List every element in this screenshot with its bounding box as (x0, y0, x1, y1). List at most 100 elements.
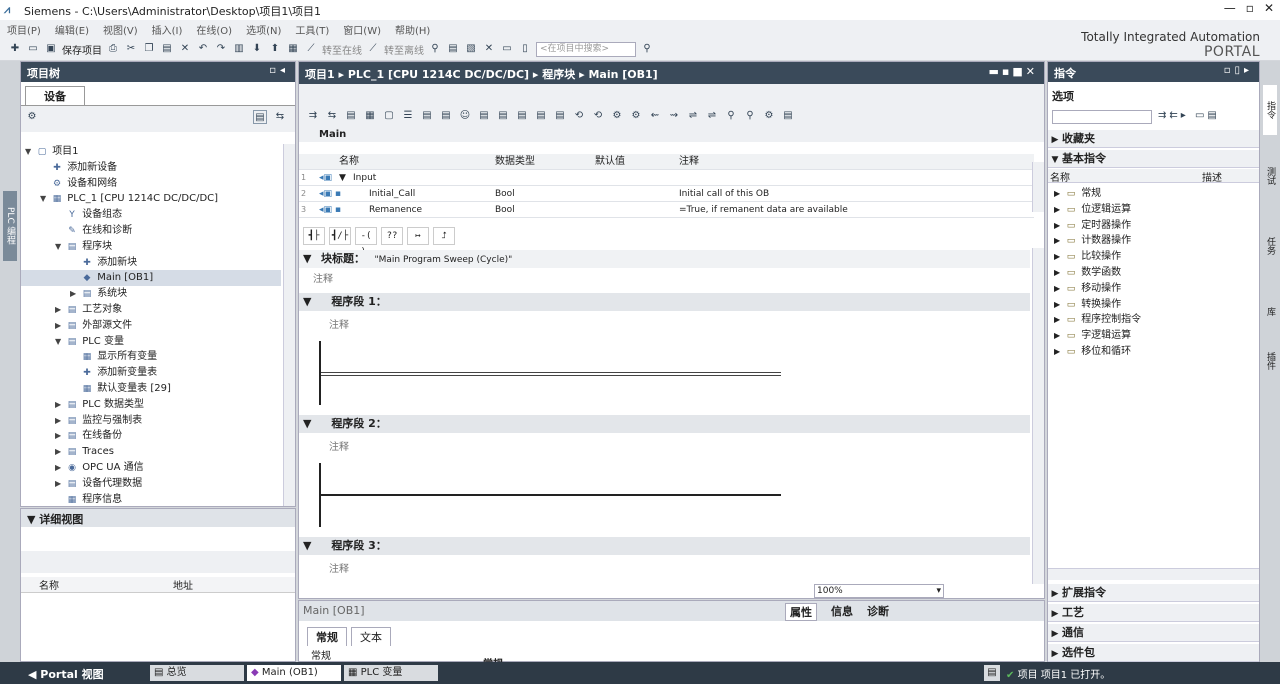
expand-toggle-icon[interactable]: ▶ (70, 286, 80, 302)
detail-view-header[interactable]: ▼ 详细视图 (21, 509, 295, 527)
tree-item[interactable]: ▼ ▢ 项目1 (21, 144, 79, 160)
editor-tool-icon[interactable]: ▦ (362, 109, 378, 123)
editor-tool-icon[interactable]: ⇝ (666, 109, 682, 123)
tree-item[interactable]: ▼ ▦ PLC_1 [CPU 1214C DC/DC/DC] (21, 191, 218, 207)
menu-edit[interactable]: 编辑(E) (48, 22, 96, 37)
tree-item[interactable]: ▶ ▤ 设备代理数据 (21, 476, 142, 492)
tree-item[interactable]: ✚ 添加新变量表 (21, 365, 157, 381)
editor-tool-icon[interactable]: ▤ (438, 109, 454, 123)
editor-tool-icon[interactable]: ☺ (457, 109, 473, 123)
network-2-rung[interactable] (321, 494, 781, 496)
simulation-icon[interactable]: ▦ (286, 42, 300, 56)
new-project-icon[interactable]: ✚ (8, 42, 22, 56)
crumb-blocks[interactable]: 程序块 (542, 68, 575, 81)
editor-tool-icon[interactable]: ▤ (514, 109, 530, 123)
instruction-folder[interactable]: ▶ ▭ 转换操作 (1054, 297, 1121, 313)
zoom-select[interactable]: 100% ▾ (814, 584, 944, 598)
stop-cpu-icon[interactable]: ▧ (464, 42, 478, 56)
expand-toggle-icon[interactable]: ▶ (55, 318, 65, 334)
instruction-folder[interactable]: ▶ ▭ 数学函数 (1054, 265, 1121, 281)
tree-item[interactable]: ✚ 添加新设备 (21, 160, 117, 176)
network-1-header[interactable]: ▼ 程序段 1： (299, 293, 1030, 311)
tree-item[interactable]: ▦ 程序信息 (21, 492, 122, 508)
cut-icon[interactable]: ✂ (124, 42, 138, 56)
editor-window-controls[interactable]: ▬▪■✕ (989, 65, 1038, 78)
editor-tool-icon[interactable]: ▤ (343, 109, 359, 123)
no-contact-button[interactable]: ┫├ (303, 227, 325, 245)
addins-task-tab[interactable]: 插件 (1263, 341, 1277, 381)
expand-toggle-icon[interactable]: ▼ (25, 144, 35, 160)
panel-buttons[interactable]: ▫▯▸ (1224, 65, 1253, 76)
block-comment[interactable]: 注释 (313, 270, 333, 285)
tree-item[interactable]: ▶ ▤ Traces (21, 444, 114, 460)
menu-window[interactable]: 窗口(W) (336, 22, 388, 37)
editor-tool-icon[interactable]: ⇆ (324, 109, 340, 123)
nc-contact-button[interactable]: ┫/├ (329, 227, 351, 245)
basic-instructions-section[interactable]: ▼ 基本指令 (1048, 150, 1259, 168)
instruction-folder[interactable]: ▶ ▭ 字逻辑运算 (1054, 328, 1131, 344)
interface-row[interactable]: 3 ◂▣ ▪ Remanence Bool =True, if remanent… (299, 202, 1034, 218)
interface-scrollbar[interactable] (1032, 162, 1044, 212)
network-3-comment[interactable]: 注释 (329, 560, 349, 575)
save-icon[interactable]: ▣ (44, 42, 58, 56)
info-icon[interactable]: ▤ (984, 665, 1000, 681)
tree-view-icon[interactable]: ▤ (253, 110, 267, 124)
tree-item[interactable]: ▦ 显示所有变量 (21, 349, 157, 365)
expand-toggle-icon[interactable]: ▶ (1054, 344, 1064, 360)
menu-options[interactable]: 选项(N) (239, 22, 288, 37)
tree-item[interactable]: ⚙ 设备和网络 (21, 176, 117, 192)
row-expand-icon[interactable]: ▼ (339, 170, 346, 186)
instruction-folder[interactable]: ▶ ▭ 常规 (1054, 186, 1101, 202)
extended-instructions-section[interactable]: ▶ 扩展指令 (1048, 584, 1259, 602)
editor-tool-icon[interactable]: ⟲ (590, 109, 606, 123)
expand-toggle-icon[interactable]: ▶ (1054, 281, 1064, 297)
expand-toggle-icon[interactable]: ▶ (1054, 328, 1064, 344)
instruction-search-input[interactable] (1052, 110, 1152, 124)
editor-tool-icon[interactable]: ▤ (476, 109, 492, 123)
expand-toggle-icon[interactable]: ▶ (55, 397, 65, 413)
expand-toggle-icon[interactable]: ▶ (1054, 249, 1064, 265)
editor-tool-icon[interactable]: ▤ (533, 109, 549, 123)
expand-toggle-icon[interactable]: ▶ (1054, 297, 1064, 313)
expand-toggle-icon[interactable]: ▶ (1054, 218, 1064, 234)
expand-toggle-icon[interactable]: ▶ (55, 428, 65, 444)
libraries-task-tab[interactable]: 库 (1263, 291, 1277, 331)
tree-item[interactable]: ✎ 在线和诊断 (21, 223, 132, 239)
compile-icon[interactable]: ▥ (232, 42, 246, 56)
overview-tab[interactable]: ▤ 总览 (150, 665, 244, 681)
redo-icon[interactable]: ↷ (214, 42, 228, 56)
plc-tags-tab[interactable]: ▦ PLC 变量 (344, 665, 438, 681)
editor-tool-icon[interactable]: ▤ (495, 109, 511, 123)
expand-toggle-icon[interactable]: ▶ (55, 476, 65, 492)
text-subtab[interactable]: 文本 (351, 627, 391, 646)
portal-view-button[interactable]: ◀ Portal 视图 (28, 666, 104, 682)
instruction-folder[interactable]: ▶ ▭ 程序控制指令 (1054, 312, 1141, 328)
go-offline-icon[interactable]: ⟋ (366, 42, 380, 56)
go-offline-button[interactable]: 转至离线 (384, 42, 424, 57)
editor-tool-icon[interactable]: ⇌ (704, 109, 720, 123)
tree-item[interactable]: ▶ ▤ 监控与强制表 (21, 413, 142, 429)
editor-tool-icon[interactable]: ⇉ (305, 109, 321, 123)
tree-item[interactable]: ▶ ◉ OPC UA 通信 (21, 460, 144, 476)
tree-item[interactable]: ▶ ▤ 工艺对象 (21, 302, 122, 318)
favorites-section[interactable]: ▶ 收藏夹 (1048, 130, 1259, 148)
panel-buttons[interactable]: ▫◂ (269, 65, 289, 76)
collapse-icon[interactable]: ▼ (299, 539, 311, 552)
accessible-devices-icon[interactable]: ⚲ (428, 42, 442, 56)
interface-row[interactable]: 2 ◂▣ ▪ Initial_Call Bool Initial call of… (299, 186, 1034, 202)
instruction-folder[interactable]: ▶ ▭ 位逻辑运算 (1054, 202, 1131, 218)
expand-toggle-icon[interactable]: ▼ (55, 239, 65, 255)
tree-scrollbar[interactable] (283, 144, 295, 506)
expand-toggle-icon[interactable]: ▼ (55, 334, 65, 350)
expand-toggle-icon[interactable]: ▶ (55, 444, 65, 460)
properties-tab[interactable]: 属性 (785, 603, 817, 621)
tree-expand-icon[interactable]: ⇆ (273, 110, 287, 124)
optional-packages-section[interactable]: ▶ 选件包 (1048, 644, 1259, 662)
tree-item[interactable]: ▶ ▤ 系统块 (21, 286, 127, 302)
split-vertical-icon[interactable]: ▯ (518, 42, 532, 56)
expand-toggle-icon[interactable]: ▶ (55, 460, 65, 476)
editor-tool-icon[interactable]: ▢ (381, 109, 397, 123)
editor-tool-icon[interactable]: ⚙ (609, 109, 625, 123)
expand-toggle-icon[interactable]: ▶ (55, 413, 65, 429)
diagnostics-tab[interactable]: 诊断 (867, 603, 889, 621)
